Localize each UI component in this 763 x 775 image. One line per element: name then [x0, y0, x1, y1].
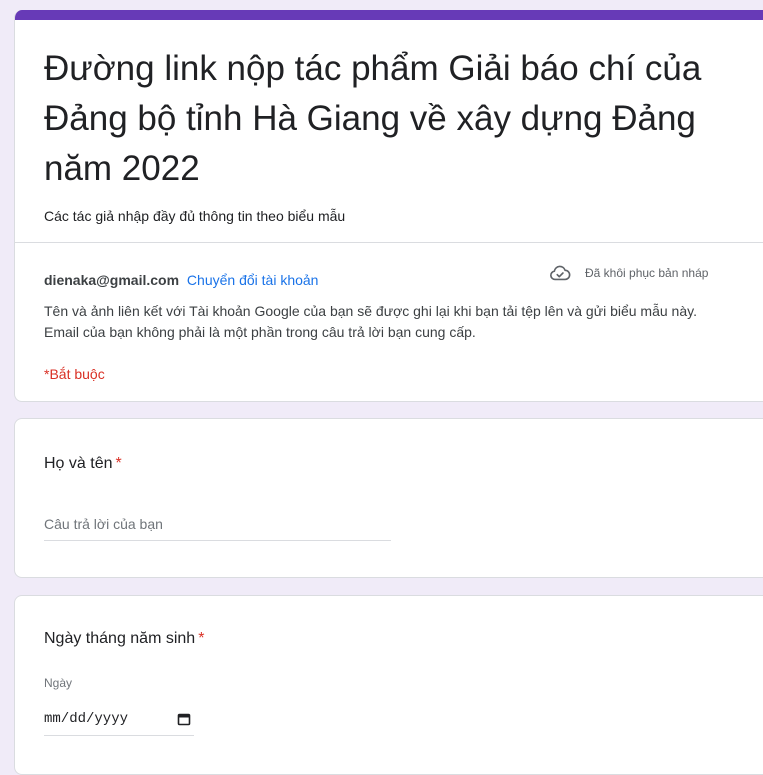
required-asterisk: *: [198, 630, 205, 647]
cloud-done-icon: [550, 265, 571, 281]
account-row: dienaka@gmail.com Chuyển đổi tài khoản: [44, 272, 318, 288]
question-title-name: Họ và tên *: [44, 455, 122, 473]
dob-date-input[interactable]: mm/dd/yyyy: [44, 702, 194, 736]
form-description: Các tác giả nhập đầy đủ thông tin theo b…: [44, 208, 346, 224]
draft-status-text: Đã khôi phục bản nháp: [585, 266, 709, 280]
question-label: Họ và tên: [44, 455, 113, 472]
form-title: Đường link nộp tác phẩm Giải báo chí của…: [44, 49, 702, 188]
header-accent-bar: [15, 10, 763, 20]
draft-status: Đã khôi phục bản nháp: [549, 262, 708, 284]
question-label: Ngày tháng năm sinh: [44, 630, 196, 647]
header-divider: [15, 242, 763, 243]
name-answer-input[interactable]: [44, 507, 391, 541]
date-sub-label: Ngày: [44, 676, 73, 690]
account-notice: Tên và ảnh liên kết với Tài khoản Google…: [44, 303, 697, 340]
calendar-icon[interactable]: [177, 712, 191, 726]
account-email: dienaka@gmail.com: [44, 272, 180, 288]
question-card-dob: Ngày tháng năm sinh * Ngày mm/dd/yyyy: [14, 595, 763, 775]
question-card-name: Họ và tên *: [14, 418, 763, 578]
date-value[interactable]: mm/dd/yyyy: [44, 711, 128, 727]
required-asterisk: *: [115, 455, 122, 472]
question-title-dob: Ngày tháng năm sinh *: [44, 630, 204, 648]
switch-account-link[interactable]: Chuyển đổi tài khoản: [187, 272, 319, 288]
required-note: *Bắt buộc: [44, 366, 105, 382]
form-header-card: Đường link nộp tác phẩm Giải báo chí của…: [14, 10, 763, 402]
